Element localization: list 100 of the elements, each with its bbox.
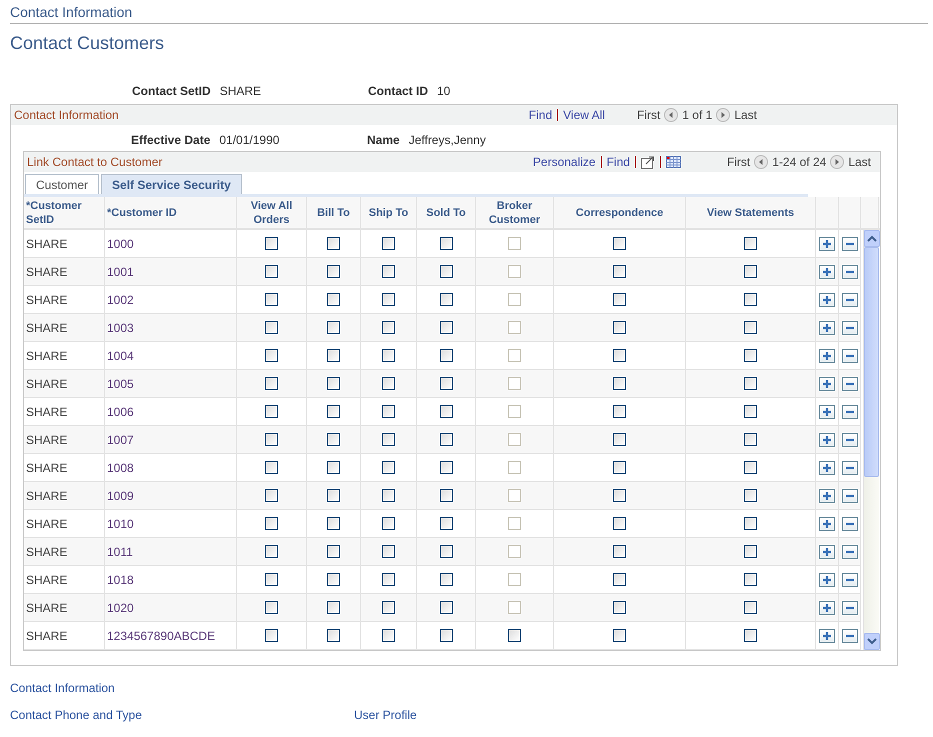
checkbox[interactable] xyxy=(327,461,340,474)
checkbox[interactable] xyxy=(613,461,626,474)
checkbox[interactable] xyxy=(265,321,278,334)
checkbox[interactable] xyxy=(265,517,278,530)
checkbox[interactable] xyxy=(265,293,278,306)
checkbox[interactable] xyxy=(744,265,757,278)
checkbox[interactable] xyxy=(613,405,626,418)
add-row-button[interactable] xyxy=(819,432,835,446)
checkbox[interactable] xyxy=(382,433,395,446)
checkbox[interactable] xyxy=(382,405,395,418)
checkbox[interactable] xyxy=(382,293,395,306)
checkbox[interactable] xyxy=(382,349,395,362)
checkbox[interactable] xyxy=(613,517,626,530)
checkbox[interactable] xyxy=(440,377,452,390)
add-row-button[interactable] xyxy=(819,516,835,530)
checkbox[interactable] xyxy=(613,321,626,334)
footer-link[interactable]: User Profile xyxy=(354,708,923,722)
checkbox[interactable] xyxy=(265,545,278,558)
footer-link[interactable]: Contact Information xyxy=(10,681,354,695)
checkbox[interactable] xyxy=(744,601,757,614)
checkbox[interactable] xyxy=(440,237,452,250)
checkbox[interactable] xyxy=(327,237,340,250)
checkbox[interactable] xyxy=(744,461,757,474)
checkbox[interactable] xyxy=(744,573,757,586)
add-row-button[interactable] xyxy=(819,376,835,390)
checkbox[interactable] xyxy=(440,489,452,502)
add-row-button[interactable] xyxy=(819,404,835,418)
checkbox[interactable] xyxy=(440,545,452,558)
delete-row-button[interactable] xyxy=(842,236,858,250)
checkbox[interactable] xyxy=(613,629,626,642)
checkbox[interactable] xyxy=(327,377,340,390)
checkbox[interactable] xyxy=(265,237,278,250)
delete-row-button[interactable] xyxy=(842,460,858,474)
checkbox[interactable] xyxy=(327,321,340,334)
checkbox[interactable] xyxy=(440,573,452,586)
checkbox[interactable] xyxy=(440,433,452,446)
add-row-button[interactable] xyxy=(819,236,835,250)
checkbox[interactable] xyxy=(265,405,278,418)
checkbox[interactable] xyxy=(613,349,626,362)
checkbox[interactable] xyxy=(382,573,395,586)
checkbox[interactable] xyxy=(382,377,395,390)
scrollbar[interactable] xyxy=(863,230,879,650)
checkbox[interactable] xyxy=(265,433,278,446)
tab[interactable]: Self Service Security xyxy=(101,174,242,194)
checkbox[interactable] xyxy=(382,545,395,558)
checkbox[interactable] xyxy=(382,489,395,502)
checkbox[interactable] xyxy=(613,601,626,614)
delete-row-button[interactable] xyxy=(842,628,858,642)
scroll-up-button[interactable] xyxy=(864,230,880,247)
checkbox[interactable] xyxy=(744,433,757,446)
checkbox[interactable] xyxy=(744,377,757,390)
checkbox[interactable] xyxy=(613,377,626,390)
checkbox[interactable] xyxy=(382,517,395,530)
checkbox[interactable] xyxy=(327,629,340,642)
checkbox[interactable] xyxy=(440,517,452,530)
checkbox[interactable] xyxy=(382,265,395,278)
delete-row-button[interactable] xyxy=(842,488,858,502)
checkbox[interactable] xyxy=(327,433,340,446)
add-row-button[interactable] xyxy=(819,348,835,362)
checkbox[interactable] xyxy=(265,489,278,502)
header-link[interactable]: Personalize xyxy=(532,155,596,169)
delete-row-button[interactable] xyxy=(842,544,858,558)
checkbox[interactable] xyxy=(382,237,395,250)
checkbox[interactable] xyxy=(327,573,340,586)
checkbox[interactable] xyxy=(382,461,395,474)
checkbox[interactable] xyxy=(440,293,452,306)
checkbox[interactable] xyxy=(327,517,340,530)
add-row-button[interactable] xyxy=(819,292,835,306)
scroll-down-button[interactable] xyxy=(864,633,880,650)
checkbox[interactable] xyxy=(508,629,521,642)
checkbox[interactable] xyxy=(327,349,340,362)
next-icon[interactable] xyxy=(830,155,844,169)
checkbox[interactable] xyxy=(440,349,452,362)
checkbox[interactable] xyxy=(440,461,452,474)
previous-icon[interactable] xyxy=(664,108,678,122)
checkbox[interactable] xyxy=(382,601,395,614)
checkbox[interactable] xyxy=(265,461,278,474)
checkbox[interactable] xyxy=(744,293,757,306)
checkbox[interactable] xyxy=(613,237,626,250)
checkbox[interactable] xyxy=(613,293,626,306)
checkbox[interactable] xyxy=(613,433,626,446)
checkbox[interactable] xyxy=(613,573,626,586)
checkbox[interactable] xyxy=(265,265,278,278)
checkbox[interactable] xyxy=(265,629,278,642)
checkbox[interactable] xyxy=(440,265,452,278)
add-row-button[interactable] xyxy=(819,264,835,278)
checkbox[interactable] xyxy=(265,601,278,614)
tab[interactable]: Customer xyxy=(25,174,100,194)
delete-row-button[interactable] xyxy=(842,600,858,614)
checkbox[interactable] xyxy=(744,489,757,502)
add-row-button[interactable] xyxy=(819,572,835,586)
checkbox[interactable] xyxy=(744,321,757,334)
add-row-button[interactable] xyxy=(819,460,835,474)
previous-icon[interactable] xyxy=(754,155,768,169)
add-row-button[interactable] xyxy=(819,320,835,334)
delete-row-button[interactable] xyxy=(842,292,858,306)
checkbox[interactable] xyxy=(613,489,626,502)
next-icon[interactable] xyxy=(716,108,730,122)
checkbox[interactable] xyxy=(440,405,452,418)
checkbox[interactable] xyxy=(744,517,757,530)
